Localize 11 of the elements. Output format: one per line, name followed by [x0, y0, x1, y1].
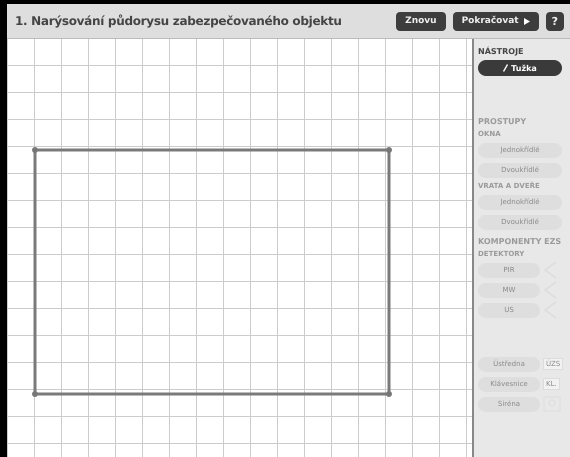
section-heading: PROSTUPY: [478, 117, 528, 126]
restart-button[interactable]: Znovu: [396, 12, 446, 30]
section-heading: KOMPONENTY EZS: [478, 237, 562, 246]
play-icon: [524, 18, 530, 24]
section-heading: NÁSTROJE: [478, 47, 525, 56]
pencil-tool-button[interactable]: Tužka: [478, 60, 562, 76]
window-title: 1. Narýsování půdorysu zabezpečovaného objektu: [15, 14, 343, 28]
pencil-icon: [503, 64, 508, 72]
help-button[interactable]: ?: [546, 12, 564, 30]
grid-canvas[interactable]: [7, 39, 474, 457]
continue-button[interactable]: Pokračovat: [452, 12, 539, 30]
